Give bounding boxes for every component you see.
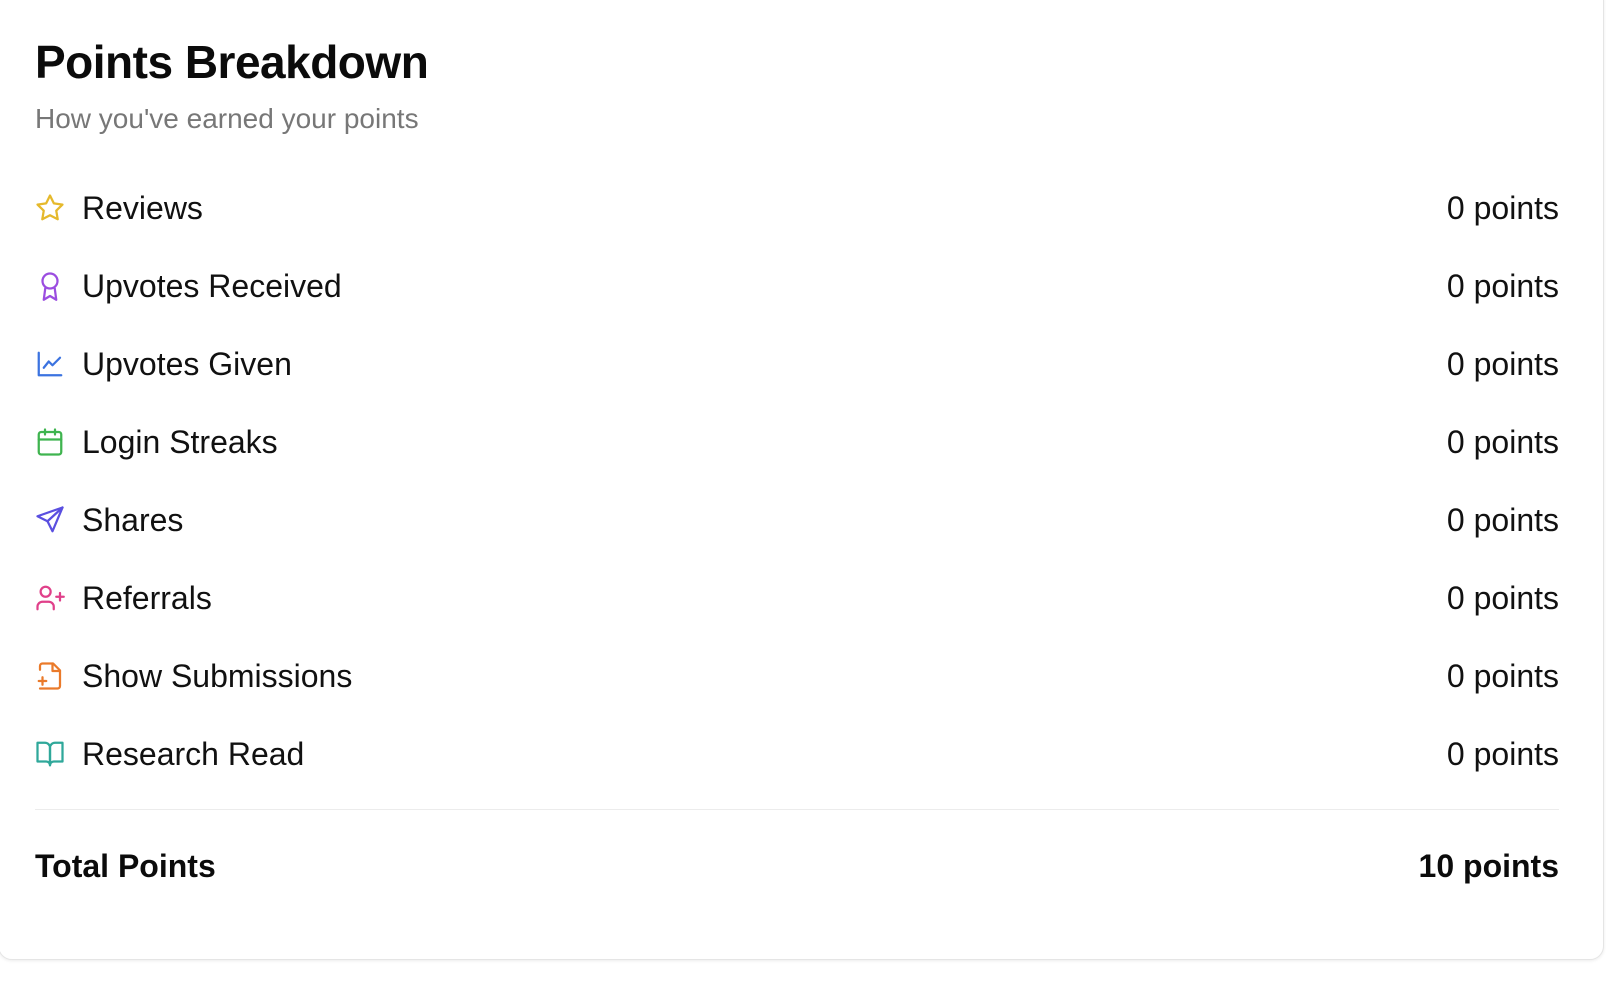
breakdown-label: Research Read	[82, 735, 305, 772]
breakdown-value: 0 points	[1446, 501, 1559, 538]
page-subtitle: How you've earned your points	[35, 103, 419, 134]
breakdown-list: Reviews 0 points Upvotes Received 0 poin…	[35, 169, 1559, 793]
user-plus-icon	[35, 583, 65, 613]
breakdown-label: Upvotes Received	[82, 267, 342, 304]
breakdown-label: Shares	[82, 501, 184, 538]
breakdown-row-show-submissions: Show Submissions 0 points	[35, 637, 1559, 715]
breakdown-value: 0 points	[1446, 423, 1559, 460]
breakdown-row-shares: Shares 0 points	[35, 481, 1559, 559]
page-title: Points Breakdown	[35, 36, 429, 88]
breakdown-label: Login Streaks	[82, 423, 278, 460]
breakdown-value: 0 points	[1446, 735, 1559, 772]
breakdown-value: 0 points	[1446, 579, 1559, 616]
award-icon	[35, 271, 65, 301]
calendar-icon	[35, 427, 65, 457]
book-open-icon	[35, 739, 65, 769]
breakdown-value: 0 points	[1446, 657, 1559, 694]
breakdown-value: 0 points	[1446, 345, 1559, 382]
breakdown-label: Reviews	[82, 189, 203, 226]
file-plus-icon	[35, 661, 65, 691]
breakdown-row-research-read: Research Read 0 points	[35, 715, 1559, 793]
star-icon	[35, 193, 65, 223]
breakdown-row-login-streaks: Login Streaks 0 points	[35, 403, 1559, 481]
line-chart-icon	[35, 349, 65, 379]
breakdown-row-upvotes-given: Upvotes Given 0 points	[35, 325, 1559, 403]
breakdown-row-referrals: Referrals 0 points	[35, 559, 1559, 637]
breakdown-label: Upvotes Given	[82, 345, 292, 382]
breakdown-row-upvotes-received: Upvotes Received 0 points	[35, 247, 1559, 325]
breakdown-label: Show Submissions	[82, 657, 353, 694]
send-icon	[35, 505, 65, 535]
total-row: Total Points 10 points	[35, 837, 1559, 895]
breakdown-row-reviews: Reviews 0 points	[35, 169, 1559, 247]
total-value: 10 points	[1418, 847, 1559, 884]
breakdown-value: 0 points	[1446, 189, 1559, 226]
points-breakdown-card: Points Breakdown How you've earned your …	[0, 0, 1604, 960]
breakdown-label: Referrals	[82, 579, 212, 616]
total-label: Total Points	[35, 847, 216, 884]
divider	[35, 809, 1559, 810]
breakdown-value: 0 points	[1446, 267, 1559, 304]
